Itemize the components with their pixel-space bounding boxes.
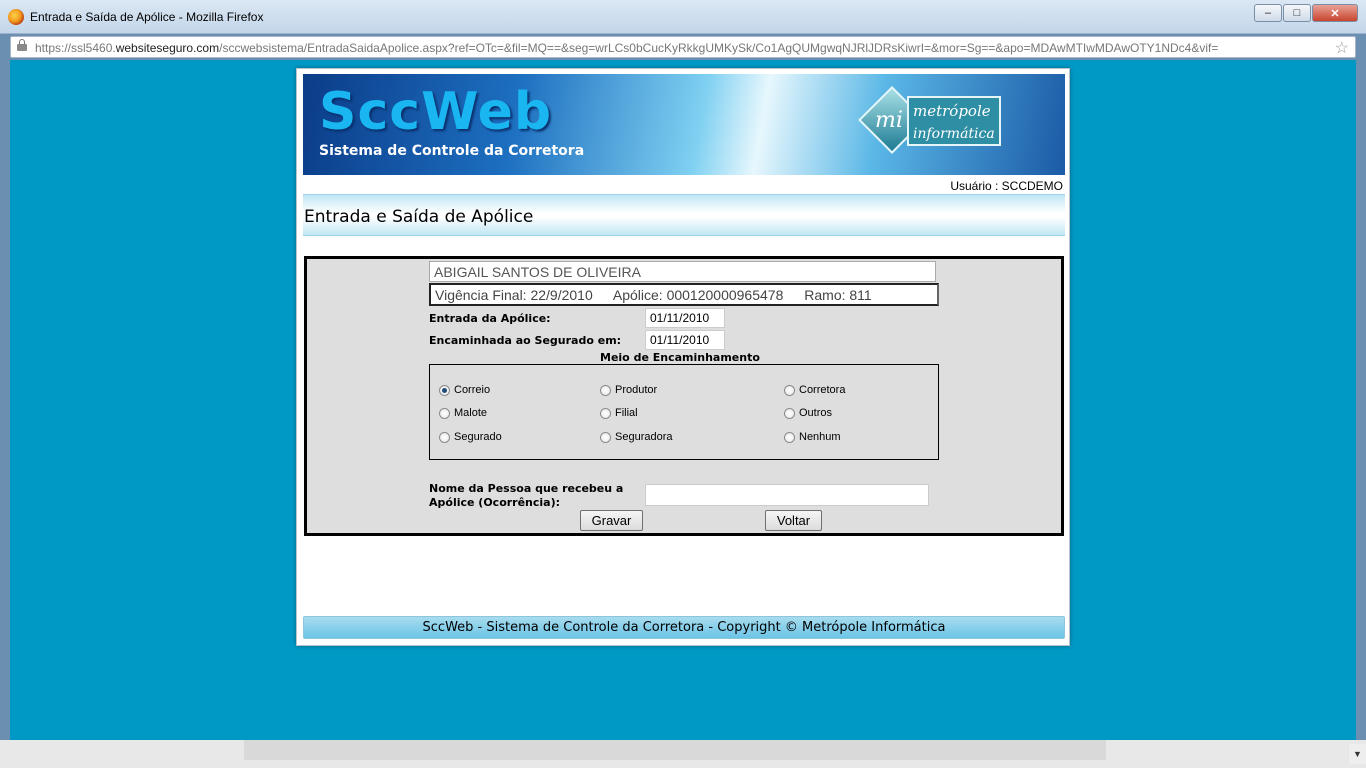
encaminhada-label: Encaminhada ao Segurado em: [429,334,622,347]
radio-nenhum-label: Nenhum [799,431,841,443]
url-path: /sccwebsistema/EntradaSaidaApolice.aspx?… [219,41,1219,55]
radio-malote-label: Malote [454,407,488,419]
radio-nenhum-control[interactable] [784,431,795,443]
radio-produtor[interactable]: Produtor [600,384,657,396]
nome-recebedor-label-line2: Apólice (Ocorrência): [429,496,561,509]
voltar-button[interactable]: Voltar [765,510,822,531]
apolice-number: Apólice: 000120000965478 [612,287,784,303]
radio-correio-label: Correio [454,384,491,396]
policy-info: Vigência Final: 22/9/2010 Apólice: 00012… [429,283,939,306]
minimize-button[interactable]: – [1254,4,1282,22]
company-logo-line1: metrópole [913,102,991,120]
window-controls: – □ ✕ [1253,4,1358,22]
close-icon: ✕ [1330,7,1340,20]
radio-produtor-control[interactable] [600,384,611,396]
radio-segurado[interactable]: Segurado [439,431,502,443]
gravar-button[interactable]: Gravar [580,510,643,531]
radio-produtor-label: Produtor [615,384,658,396]
policy-form: ABIGAIL SANTOS DE OLIVEIRA Vigência Fina… [304,256,1064,536]
page-title-bar: Entrada e Saída de Apólice [303,194,1065,236]
lock-icon [17,39,27,52]
app-logo-subtitle: Sistema de Controle da Corretora [319,143,585,159]
current-user: Usuário : SCCDEMO [950,179,1063,193]
radio-seguradora[interactable]: Seguradora [600,431,673,443]
radio-corretora[interactable]: Corretora [784,384,845,396]
radio-filial-label: Filial [615,407,638,419]
encaminhada-date-input[interactable] [645,330,725,350]
entrada-date-input[interactable] [645,308,725,328]
radio-segurado-control[interactable] [439,431,450,443]
address-bar[interactable]: https://ssl5460.websiteseguro.com/sccweb… [10,36,1356,58]
firefox-icon [8,9,24,25]
url-prefix: https://ssl5460. [35,41,116,55]
insured-name: ABIGAIL SANTOS DE OLIVEIRA [429,261,936,282]
meio-encaminhamento-group: Correio Produtor Corretora Malote Filial [429,364,939,460]
radio-seguradora-control[interactable] [600,431,611,443]
header-banner: SccWeb Sistema de Controle da Corretora … [303,74,1065,175]
meio-encaminhamento-title: Meio de Encaminhamento [600,351,760,364]
radio-correio-control[interactable] [439,384,450,396]
background-window-toolbar [244,740,1106,760]
maximize-button[interactable]: □ [1283,4,1311,22]
close-button[interactable]: ✕ [1312,4,1358,22]
radio-corretora-control[interactable] [784,384,795,396]
window-titlebar: Entrada e Saída de Apólice - Mozilla Fir… [0,0,1366,34]
nome-recebedor-input[interactable] [645,484,929,506]
maximize-icon: □ [1293,7,1301,19]
company-logo-mark: mi [875,108,903,133]
page-footer: SccWeb - Sistema de Controle da Corretor… [303,616,1065,639]
url-host: websiteseguro.com [115,41,220,55]
window-title: Entrada e Saída de Apólice - Mozilla Fir… [30,10,264,24]
radio-filial[interactable]: Filial [600,407,638,419]
content-panel: SccWeb Sistema de Controle da Corretora … [296,68,1070,646]
star-icon[interactable]: ☆ [1335,38,1349,58]
background-window-strip [0,740,1366,768]
radio-malote-control[interactable] [439,407,450,419]
page-title: Entrada e Saída de Apólice [304,207,534,227]
radio-correio[interactable]: Correio [439,384,490,396]
ramo: Ramo: 811 [804,287,872,303]
radio-seguradora-label: Seguradora [615,431,673,443]
radio-outros[interactable]: Outros [784,407,832,419]
page-viewport: SccWeb Sistema de Controle da Corretora … [10,60,1356,740]
url-text[interactable]: https://ssl5460.websiteseguro.com/sccweb… [35,41,1325,55]
radio-filial-control[interactable] [600,407,611,419]
radio-nenhum[interactable]: Nenhum [784,431,841,443]
nome-recebedor-label-line1: Nome da Pessoa que recebeu a [429,482,624,495]
vigencia-final: Vigência Final: 22/9/2010 [435,287,593,303]
radio-corretora-label: Corretora [799,384,846,396]
scroll-down-icon[interactable]: ▼ [1349,744,1366,764]
company-logo: metrópole informática [907,96,1001,146]
radio-segurado-label: Segurado [454,431,502,443]
company-logo-line2: informática [913,126,995,142]
radio-malote[interactable]: Malote [439,407,487,419]
minimize-icon: – [1264,7,1272,19]
radio-outros-label: Outros [799,407,833,419]
app-logo-title: SccWeb [319,82,553,142]
radio-outros-control[interactable] [784,407,795,419]
entrada-label: Entrada da Apólice: [429,312,551,325]
